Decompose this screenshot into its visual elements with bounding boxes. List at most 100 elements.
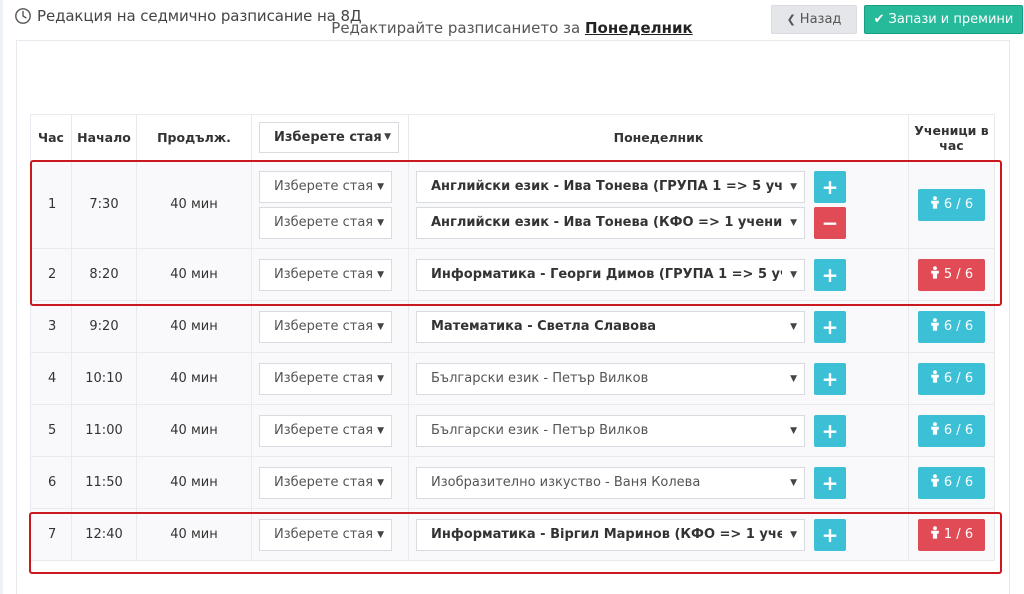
duration-cell: 40 мин bbox=[136, 456, 252, 509]
subject-line: Математика - Светла Славова ▼ + bbox=[409, 310, 908, 343]
plus-icon: + bbox=[821, 366, 839, 391]
subject-select-label: Информатика - Віргил Маринов (КФО => 1 у… bbox=[431, 526, 782, 542]
students-count-button[interactable]: 6 / 6 bbox=[918, 188, 985, 221]
add-subject-button[interactable]: + bbox=[814, 362, 846, 395]
room-cell: Изберете стая ▼ bbox=[251, 248, 409, 301]
hour-cell: 4 bbox=[30, 352, 72, 405]
person-icon bbox=[930, 526, 940, 543]
table-row: 6 11:50 40 мин Изберете стая ▼ Изобразително … bbox=[30, 456, 995, 509]
col-duration: Продълж. bbox=[136, 114, 252, 161]
room-cell: Изберете стая ▼ bbox=[251, 300, 409, 353]
add-subject-button[interactable]: + bbox=[814, 518, 846, 551]
add-subject-button[interactable]: + bbox=[814, 466, 846, 499]
hour-cell: 5 bbox=[30, 404, 72, 457]
room-select-all[interactable]: Изберете стая ▼ bbox=[259, 122, 399, 153]
room-select[interactable]: Изберете стая ▼ bbox=[259, 258, 392, 291]
students-count-button[interactable]: 1 / 6 bbox=[918, 518, 985, 551]
caret-down-icon: ▼ bbox=[384, 132, 391, 142]
hour-cell: 6 bbox=[30, 456, 72, 509]
subject-select[interactable]: Английски език - Ива Тонева (ГРУПА 1 => … bbox=[416, 170, 805, 203]
subject-select[interactable]: Български език - Петър Вилков ▼ bbox=[416, 362, 805, 395]
remove-subject-button[interactable]: − bbox=[814, 206, 846, 239]
subject-select-label: Английски език - Ива Тонева (КФО => 1 уч… bbox=[431, 214, 782, 230]
subject-line: Български език - Петър Вилков ▼ + bbox=[409, 414, 908, 447]
table-row: 2 8:20 40 мин Изберете стая ▼ Информатика - Г… bbox=[30, 248, 995, 301]
start-time-cell: 9:20 bbox=[71, 300, 137, 353]
start-time-cell: 10:10 bbox=[71, 352, 137, 405]
caret-down-icon: ▼ bbox=[377, 425, 384, 436]
subject-select-label: Български език - Петър Вилков bbox=[431, 370, 649, 386]
students-count-button[interactable]: 5 / 6 bbox=[918, 258, 985, 291]
subject-select[interactable]: Български език - Петър Вилков ▼ bbox=[416, 414, 805, 447]
caret-down-icon: ▼ bbox=[377, 321, 384, 332]
duration-cell: 40 мин bbox=[136, 508, 252, 561]
subject-line: Български език - Петър Вилков ▼ + bbox=[409, 362, 908, 395]
table-header-row: Час Начало Продълж. Изберете стая ▼ Поне… bbox=[30, 114, 995, 161]
subject-select[interactable]: Математика - Светла Славова ▼ bbox=[416, 310, 805, 343]
subject-select-label: Английски език - Ива Тонева (ГРУПА 1 => … bbox=[431, 178, 782, 194]
subject-line: Информатика - Георги Димов (ГРУПА 1 => 5… bbox=[409, 258, 908, 291]
room-select[interactable]: Изберете стая ▼ bbox=[259, 362, 392, 395]
room-select[interactable]: Изберете стая ▼ bbox=[259, 466, 392, 499]
subject-select[interactable]: Информатика - Віргил Маринов (КФО => 1 у… bbox=[416, 518, 805, 551]
table-row: 3 9:20 40 мин Изберете стая ▼ Математика - Св… bbox=[30, 300, 995, 353]
plus-icon: + bbox=[821, 174, 839, 199]
plus-icon: + bbox=[821, 522, 839, 547]
caret-down-icon: ▼ bbox=[377, 217, 384, 228]
start-time-cell: 7:30 bbox=[71, 160, 137, 249]
add-subject-button[interactable]: + bbox=[814, 258, 846, 291]
room-select[interactable]: Изберете стая ▼ bbox=[259, 518, 392, 551]
room-select-label: Изберете стая bbox=[274, 474, 374, 490]
room-select-label: Изберете стая bbox=[274, 318, 374, 334]
duration-cell: 40 мин bbox=[136, 160, 252, 249]
plus-icon: + bbox=[821, 418, 839, 443]
room-cell: Изберете стая ▼ bbox=[251, 508, 409, 561]
hour-cell: 3 bbox=[30, 300, 72, 353]
students-count-label: 6 / 6 bbox=[943, 371, 974, 386]
schedule-table: Час Начало Продълж. Изберете стая ▼ Поне… bbox=[30, 114, 995, 561]
col-day: Понеделник bbox=[408, 114, 909, 161]
subject-select[interactable]: Английски език - Ива Тонева (КФО => 1 уч… bbox=[416, 206, 805, 239]
room-select[interactable]: Изберете стая ▼ bbox=[259, 310, 392, 343]
students-count-button[interactable]: 6 / 6 bbox=[918, 362, 985, 395]
subject-select[interactable]: Изобразително изкуство - Ваня Колева ▼ bbox=[416, 466, 805, 499]
room-select-label: Изберете стая bbox=[274, 422, 374, 438]
duration-cell: 40 мин bbox=[136, 404, 252, 457]
subject-cell: Математика - Светла Славова ▼ + bbox=[408, 300, 909, 353]
add-subject-button[interactable]: + bbox=[814, 310, 846, 343]
room-select-label: Изберете стая bbox=[274, 214, 374, 230]
room-select[interactable]: Изберете стая ▼ bbox=[259, 414, 392, 447]
plus-icon: + bbox=[821, 470, 839, 495]
table-row: 5 11:00 40 мин Изберете стая ▼ Български език… bbox=[30, 404, 995, 457]
students-cell: 1 / 6 bbox=[908, 508, 995, 561]
add-subject-button[interactable]: + bbox=[814, 414, 846, 447]
duration-cell: 40 мин bbox=[136, 248, 252, 301]
add-subject-button[interactable]: + bbox=[814, 170, 846, 203]
subject-select-label: Изобразително изкуство - Ваня Колева bbox=[431, 474, 701, 490]
hour-cell: 7 bbox=[30, 508, 72, 561]
students-cell: 5 / 6 bbox=[908, 248, 995, 301]
caret-down-icon: ▼ bbox=[790, 477, 797, 488]
person-icon bbox=[930, 196, 940, 213]
room-select[interactable]: Изберете стая ▼ bbox=[259, 170, 392, 203]
room-select[interactable]: Изберете стая ▼ bbox=[259, 206, 392, 239]
subject-select-label: Български език - Петър Вилков bbox=[431, 422, 649, 438]
students-cell: 6 / 6 bbox=[908, 352, 995, 405]
person-icon bbox=[930, 266, 940, 283]
students-count-button[interactable]: 6 / 6 bbox=[918, 310, 985, 343]
left-edge bbox=[0, 0, 3, 594]
table-row: 1 7:30 40 мин Изберете стая ▼ Изберете стая ▼ А… bbox=[30, 160, 995, 249]
students-count-button[interactable]: 6 / 6 bbox=[918, 466, 985, 499]
col-students: Ученици в час bbox=[908, 114, 995, 161]
edit-instruction: Редактирайте разписанието за Понеделник bbox=[0, 19, 1024, 37]
students-count-button[interactable]: 6 / 6 bbox=[918, 414, 985, 447]
caret-down-icon: ▼ bbox=[377, 529, 384, 540]
edit-day-link[interactable]: Понеделник bbox=[585, 19, 693, 37]
plus-icon: + bbox=[821, 314, 839, 339]
subject-select[interactable]: Информатика - Георги Димов (ГРУПА 1 => 5… bbox=[416, 258, 805, 291]
subject-line: Изобразително изкуство - Ваня Колева ▼ + bbox=[409, 466, 908, 499]
subject-cell: Информатика - Георги Димов (ГРУПА 1 => 5… bbox=[408, 248, 909, 301]
person-icon bbox=[930, 370, 940, 387]
room-select-all-label: Изберете стая bbox=[274, 130, 382, 145]
students-count-label: 5 / 6 bbox=[943, 267, 974, 282]
